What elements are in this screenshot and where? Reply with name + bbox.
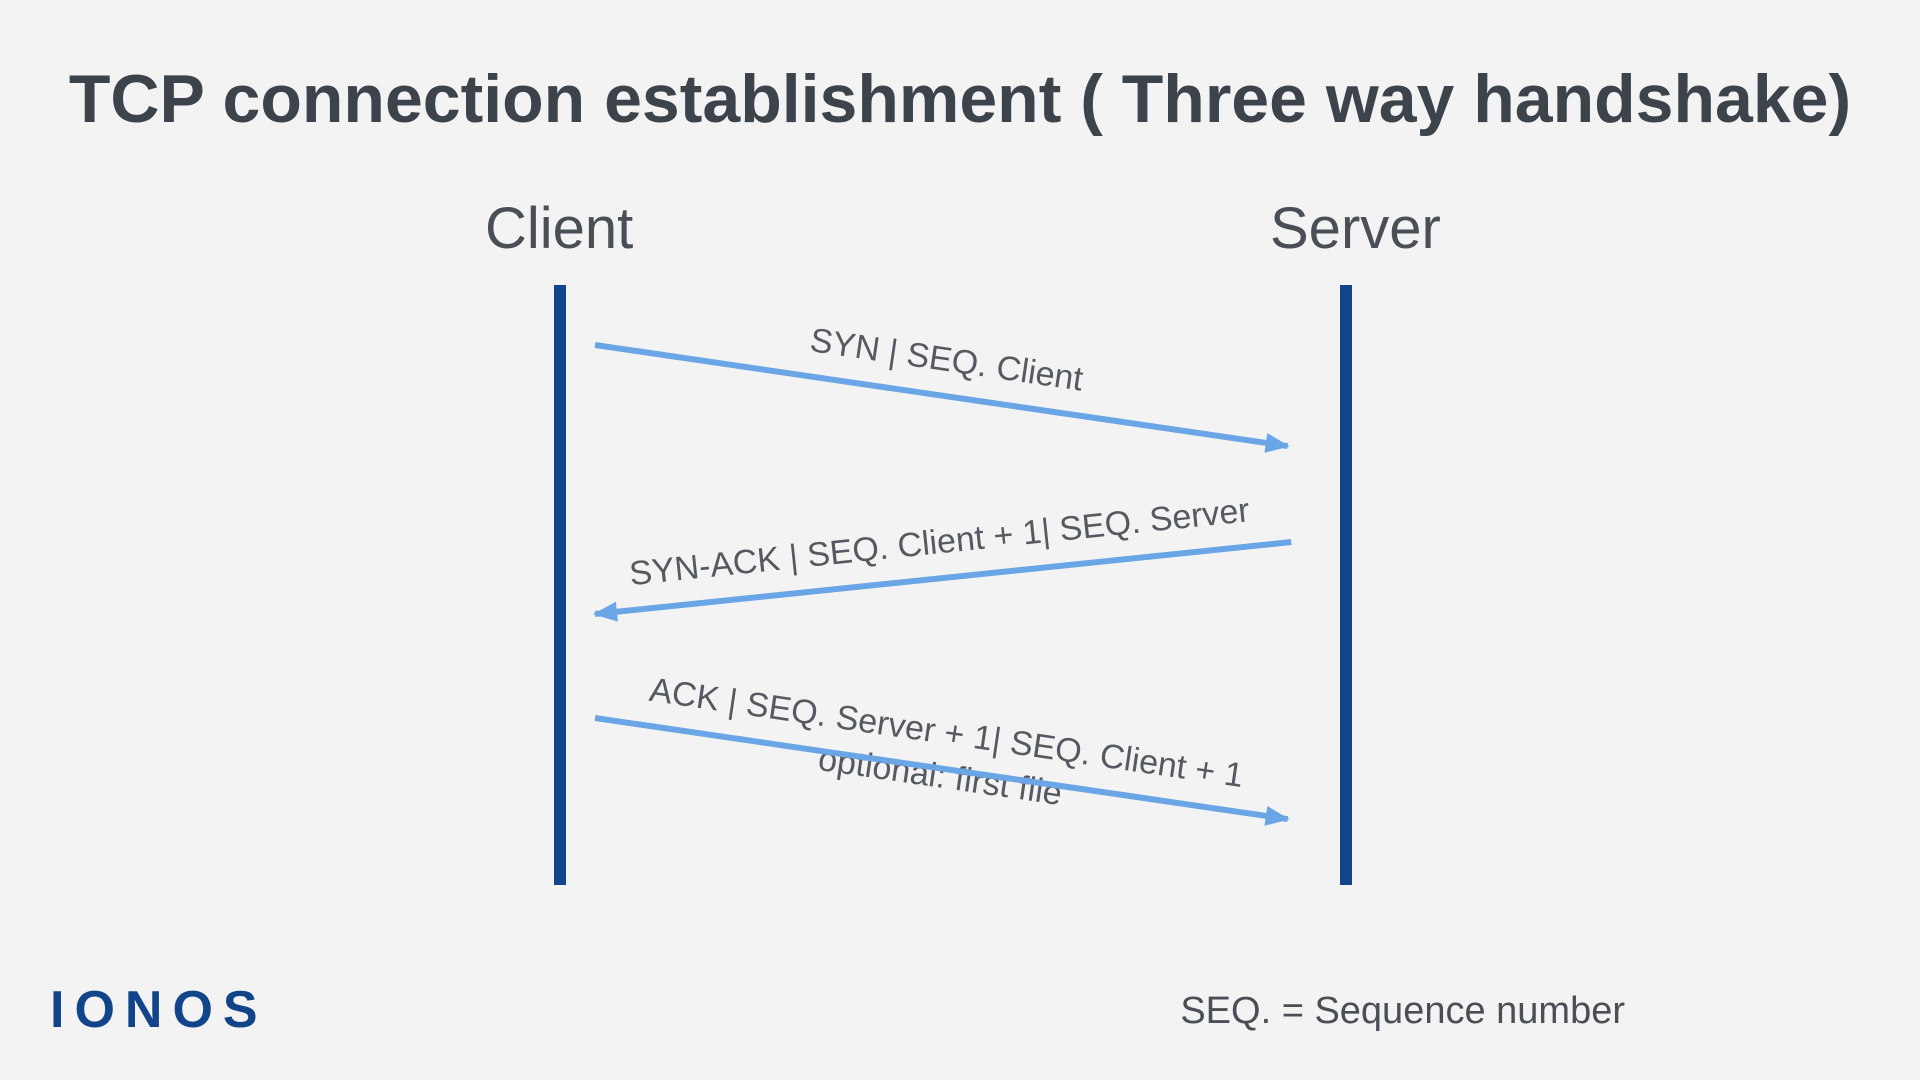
arrow-head-icon	[1264, 433, 1291, 456]
server-lifeline	[1340, 285, 1352, 885]
client-label: Client	[485, 195, 633, 262]
arrow-synack: SYN-ACK | SEQ. Client + 1| SEQ. Server	[595, 539, 1292, 617]
footnote: SEQ. = Sequence number	[1180, 990, 1625, 1033]
arrow-head-icon	[592, 602, 618, 624]
arrow-syn: SYN | SEQ. Client	[595, 342, 1289, 449]
client-lifeline	[554, 285, 566, 885]
brand-logo: IONOS	[50, 980, 268, 1040]
server-label: Server	[1270, 195, 1441, 262]
arrow-head-icon	[1264, 806, 1291, 829]
arrow-ack: ACK | SEQ. Server + 1| SEQ. Client + 1 o…	[595, 715, 1289, 822]
diagram-title: TCP connection establishment ( Three way…	[0, 60, 1920, 138]
arrow-synack-label: SYN-ACK | SEQ. Client + 1| SEQ. Server	[589, 487, 1289, 598]
